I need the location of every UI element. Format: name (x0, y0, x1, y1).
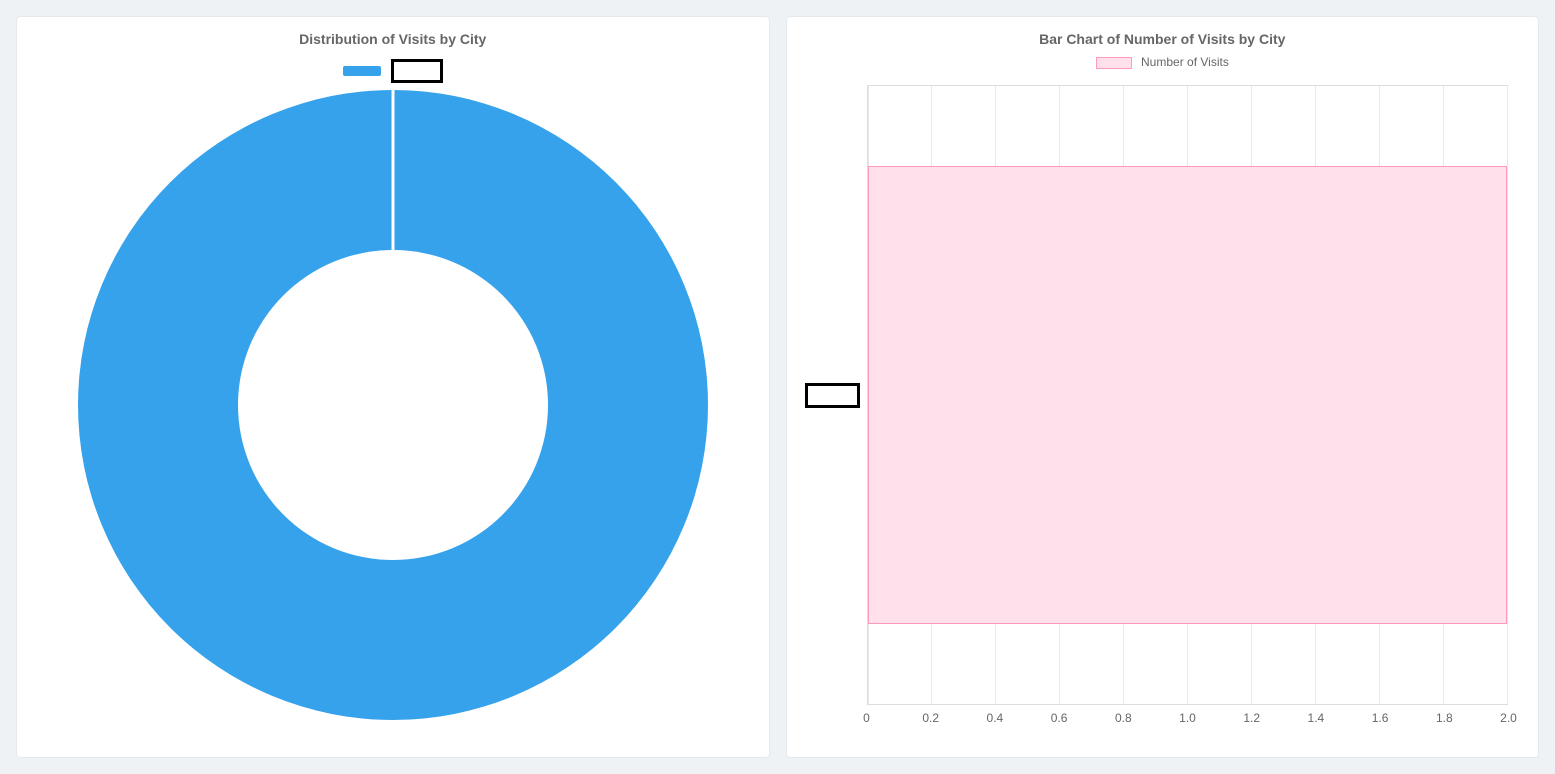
panel-donut-chart: Distribution of Visits by City (16, 16, 770, 758)
bar-x-tick: 1.0 (1179, 711, 1196, 725)
donut-chart-area (27, 55, 759, 745)
donut-legend-label-box (391, 59, 443, 83)
donut-legend-swatch (343, 66, 381, 76)
panel-bar-chart: Bar Chart of Number of Visits by City Nu… (786, 16, 1540, 758)
bar-gridline (1507, 86, 1508, 704)
bar-title: Bar Chart of Number of Visits by City (797, 31, 1529, 47)
bar-x-tick: 1.2 (1243, 711, 1260, 725)
donut-svg (73, 85, 713, 725)
bar-legend[interactable]: Number of Visits (797, 55, 1529, 69)
bar-x-tick: 0.2 (922, 711, 939, 725)
bar-legend-swatch (1096, 57, 1132, 69)
donut-legend[interactable] (343, 59, 443, 83)
bar-plot-area (867, 85, 1509, 705)
donut-title: Distribution of Visits by City (27, 31, 759, 47)
bar-series-rect[interactable] (868, 166, 1508, 623)
bar-x-tick: 0 (863, 711, 870, 725)
bar-x-tick: 2.0 (1500, 711, 1517, 725)
donut-hole (238, 250, 548, 560)
bar-x-tick: 0.6 (1051, 711, 1068, 725)
bar-x-tick: 1.6 (1372, 711, 1389, 725)
bar-x-tick: 1.4 (1308, 711, 1325, 725)
bar-y-category-box (805, 383, 860, 408)
bar-chart-area: Number of Visits 0 0.2 0.4 0.6 0.8 1.0 1.2 1.4 1… (797, 55, 1529, 745)
bar-x-tick: 0.8 (1115, 711, 1132, 725)
bar-legend-label: Number of Visits (1141, 55, 1229, 69)
bar-x-tick: 0.4 (987, 711, 1004, 725)
bar-x-tick: 1.8 (1436, 711, 1453, 725)
